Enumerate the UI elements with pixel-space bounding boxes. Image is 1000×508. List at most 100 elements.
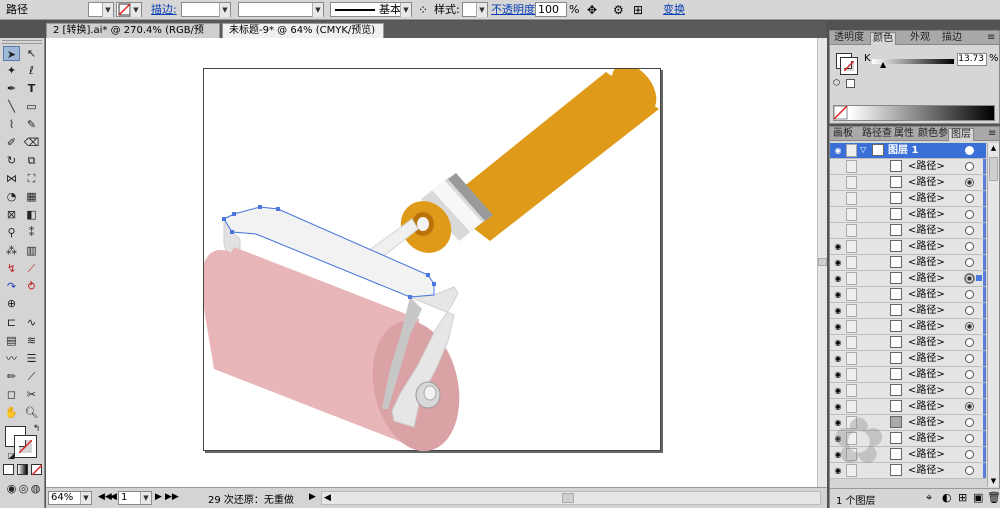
tab-artboards[interactable]: 画板 xyxy=(831,128,855,141)
target-icon[interactable] xyxy=(965,322,974,331)
prev-artboard-icon[interactable]: ◀ xyxy=(110,492,117,502)
lock-toggle[interactable] xyxy=(846,352,857,365)
tab-color[interactable]: 颜色 xyxy=(870,32,896,45)
artboard-field[interactable]: 1 ▼ xyxy=(118,491,152,505)
list-tool-icon[interactable]: ☰ xyxy=(23,351,40,366)
swap-colors-icon[interactable]: ↰ xyxy=(28,422,45,437)
align-icon[interactable]: ⊞ xyxy=(633,2,643,18)
visibility-eye-icon[interactable]: ◉ xyxy=(832,386,844,395)
tab-color-guide[interactable]: 颜色参 xyxy=(916,128,950,141)
k-slider-handle[interactable]: ▲ xyxy=(880,60,886,69)
default-colors-icon[interactable]: ◪ xyxy=(3,448,20,463)
gradient-tool-icon[interactable]: ◧ xyxy=(23,207,40,222)
lock-toggle[interactable] xyxy=(846,192,857,205)
eraser-tool-icon[interactable]: ⌫ xyxy=(23,135,40,150)
hand-icon[interactable]: ✋ xyxy=(3,405,20,420)
horizontal-scrollbar[interactable]: ◀ xyxy=(321,491,821,505)
free-transform-tool-icon[interactable]: ⛶ xyxy=(23,171,40,186)
shape-builder-tool-icon[interactable]: ◔ xyxy=(3,189,20,204)
zoom-tool-icon[interactable]: ⥁ xyxy=(23,279,40,294)
pen-tool-icon[interactable]: ✒ xyxy=(3,81,20,96)
panel-grip[interactable] xyxy=(2,40,42,44)
list-item[interactable]: <路径> xyxy=(830,175,986,191)
tab-stroke[interactable]: 描边 xyxy=(940,32,964,45)
visibility-eye-icon[interactable]: ◉ xyxy=(832,370,844,379)
horizontal-scroll-thumb[interactable] xyxy=(562,493,574,503)
paintbrush-tool-icon[interactable]: ⌇ xyxy=(3,117,20,132)
list-item[interactable]: ◉ <路径> xyxy=(830,271,986,287)
target-icon[interactable] xyxy=(965,178,974,187)
lock-toggle[interactable] xyxy=(846,240,857,253)
stroke-link[interactable]: 描边: xyxy=(151,2,177,18)
visibility-eye-icon[interactable]: ◉ xyxy=(832,338,844,347)
visibility-eye-icon[interactable]: ◉ xyxy=(832,290,844,299)
lock-toggle[interactable] xyxy=(846,320,857,333)
artboard[interactable] xyxy=(200,64,662,452)
scroll-up-icon[interactable]: ▲ xyxy=(988,143,999,153)
scale-tool-icon[interactable]: ⧉ xyxy=(23,153,40,168)
list-item[interactable]: ◉ <路径> xyxy=(830,287,986,303)
lock-toggle[interactable] xyxy=(846,288,857,301)
target-icon[interactable] xyxy=(965,386,974,395)
zoom-icon[interactable]: 🔍︎ xyxy=(23,405,40,420)
visibility-eye-icon[interactable]: ◉ xyxy=(832,354,844,363)
lock-toggle[interactable] xyxy=(846,368,857,381)
visibility-eye-icon[interactable]: ◉ xyxy=(832,322,844,331)
path-eraser-tool-icon[interactable]: 〰 xyxy=(3,351,20,366)
tab-pathfinder[interactable]: 路径查 xyxy=(860,128,894,141)
target-icon[interactable] xyxy=(965,162,974,171)
target-icon[interactable] xyxy=(965,242,974,251)
list-item[interactable]: ◉ <路径> xyxy=(830,303,986,319)
lock-toggle[interactable] xyxy=(846,272,857,285)
lock-toggle[interactable] xyxy=(846,208,857,221)
target-icon[interactable] xyxy=(965,338,974,347)
blob-brush-tool-icon[interactable]: ✐ xyxy=(3,135,20,150)
layer-target-icon[interactable] xyxy=(965,146,974,155)
target-icon[interactable] xyxy=(965,226,974,235)
tab-transparency[interactable]: 透明度 xyxy=(832,32,866,45)
layers-scroll-thumb[interactable] xyxy=(989,157,998,181)
transform-link[interactable]: 变换 xyxy=(663,2,685,18)
clipping-mask-icon[interactable]: ◐ xyxy=(942,491,952,504)
rectangle-tool-icon[interactable]: ▭ xyxy=(23,99,40,114)
width-tool-icon[interactable]: ⋈ xyxy=(3,171,20,186)
delete-layer-icon[interactable]: 🗑︎ xyxy=(987,491,1000,504)
hand-tool-icon[interactable]: ↷ xyxy=(3,279,20,294)
brush-definition-field[interactable]: 基本 ▼ xyxy=(330,2,412,17)
knife-tool-icon[interactable]: ⟋ xyxy=(23,369,40,384)
canvas-area[interactable] xyxy=(46,38,827,487)
target-icon[interactable] xyxy=(965,306,974,315)
target-icon[interactable] xyxy=(965,210,974,219)
artboard-tool-icon[interactable]: ↯ xyxy=(3,261,20,276)
line-tool-icon[interactable]: ╲ xyxy=(3,99,20,114)
target-icon[interactable] xyxy=(965,418,974,427)
target-icon[interactable] xyxy=(965,290,974,299)
color-spectrum-bar[interactable] xyxy=(833,105,995,121)
eyedropper-tool-icon[interactable]: ⚲ xyxy=(3,225,20,240)
lock-toggle[interactable] xyxy=(846,224,857,237)
paint-roller-artwork[interactable] xyxy=(200,64,662,452)
style-swatch[interactable]: ▼ xyxy=(462,2,488,17)
gradient-mode-button[interactable] xyxy=(17,464,28,475)
visibility-eye-icon[interactable]: ◉ xyxy=(832,146,844,155)
tab-document-2[interactable]: 2 [转换].ai* @ 270.4% (RGB/预览)✕ xyxy=(46,23,220,50)
chart-tool-icon[interactable]: ▤ xyxy=(3,333,20,348)
lock-toggle[interactable] xyxy=(846,256,857,269)
zoom-field[interactable]: 64% ▼ xyxy=(48,491,92,505)
opacity-link[interactable]: 不透明度: xyxy=(491,2,539,18)
tab-document-untitled-9[interactable]: 未标题-9* @ 64% (CMYK/预览)✕ xyxy=(222,23,384,49)
stroke-weight-field[interactable]: ▼ xyxy=(181,2,231,17)
column-graph-tool-icon[interactable]: ▥ xyxy=(23,243,40,258)
list-item[interactable]: ◉ <路径> xyxy=(830,335,986,351)
list-item[interactable]: <路径> xyxy=(830,159,986,175)
pencil-tool-icon[interactable]: ✎ xyxy=(23,117,40,132)
lock-toggle[interactable] xyxy=(846,336,857,349)
web-color-swatch[interactable] xyxy=(846,79,855,88)
lasso-tool-icon[interactable]: ℓ xyxy=(23,63,40,78)
scroll-left-icon[interactable]: ◀ xyxy=(324,492,331,504)
rotate-tool-icon[interactable]: ↻ xyxy=(3,153,20,168)
target-icon[interactable] xyxy=(965,450,974,459)
target-icon[interactable] xyxy=(965,466,974,475)
visibility-eye-icon[interactable]: ◉ xyxy=(832,306,844,315)
variable-width-field[interactable]: ▼ xyxy=(238,2,324,17)
